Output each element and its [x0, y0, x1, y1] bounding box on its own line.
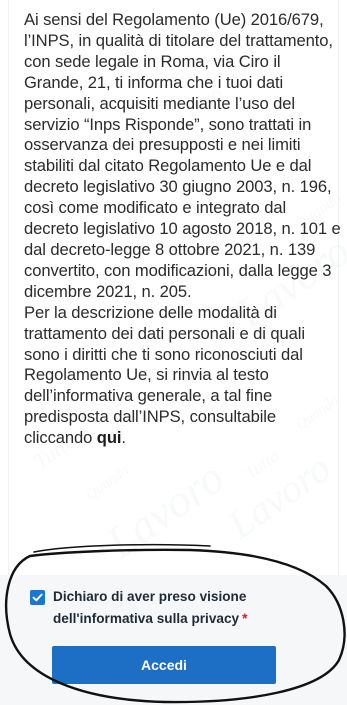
accedi-button[interactable]: Accedi	[52, 646, 276, 684]
check-icon	[32, 593, 43, 602]
privacy-paragraph-2: Per la descrizione delle modalità di tra…	[24, 303, 342, 449]
privacy-paragraph-2-text: Per la descrizione delle modalità di tra…	[24, 302, 305, 448]
privacy-policy-link[interactable]: qui	[97, 428, 122, 447]
privacy-paragraph-1: Ai sensi del Regolamento (Ue) 2016/679, …	[24, 10, 341, 301]
privacy-screen: Tutto Lavoro Quando Tutto Lavoro Quando …	[0, 0, 347, 705]
privacy-consent-text: Dichiaro di aver preso visione dell'info…	[53, 589, 247, 626]
privacy-consent-checkbox[interactable]	[30, 590, 45, 605]
privacy-link-suffix: .	[121, 428, 126, 448]
privacy-consent: Dichiaro di aver preso visione dell'info…	[30, 589, 330, 630]
privacy-consent-label[interactable]: Dichiaro di aver preso visione dell'info…	[53, 586, 330, 630]
required-mark: *	[242, 611, 248, 626]
privacy-notice: Ai sensi del Regolamento (Ue) 2016/679, …	[24, 10, 342, 449]
